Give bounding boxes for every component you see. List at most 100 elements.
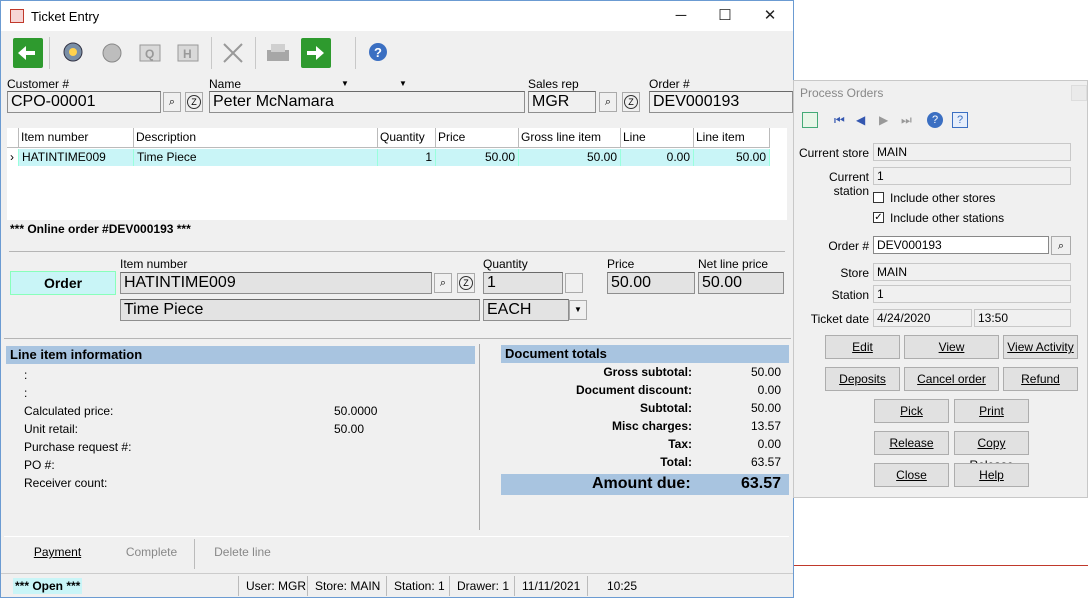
order-mode-button[interactable]: Order [10,271,116,295]
price-field[interactable]: 50.00 [607,272,695,294]
divider [9,251,785,252]
status-badge: *** Open *** [13,578,83,594]
salesrep-field[interactable]: MGR [528,91,596,113]
refresh-icon[interactable] [802,112,818,128]
print-button[interactable]: Print [954,399,1029,423]
totals-key: Tax: [668,437,692,451]
table-cell[interactable]: HATINTIME009 [19,149,134,166]
table-cell[interactable]: 50.00 [519,149,621,166]
minimize-button[interactable]: ─ [669,5,693,27]
search-icon[interactable]: ⌕ [599,92,617,112]
totals-value: 13.57 [750,419,781,433]
printer-icon[interactable] [263,38,293,68]
help-button[interactable]: Help [954,463,1029,487]
search-icon[interactable]: ⌕ [1051,236,1071,255]
process-orders-window: Process Orders ⏮ ◀ ▶ ⏭ ? ? Current store… [793,80,1088,498]
title-bar: Ticket Entry ─ ☐ ✕ [1,1,793,31]
table-cell[interactable]: 50.00 [436,149,519,166]
include-stations-checkbox[interactable]: ✓ [873,212,884,223]
totals-key: Misc charges: [611,419,692,433]
q-icon[interactable]: Q [135,38,165,68]
edit-button[interactable]: Edit [825,335,900,359]
item-field[interactable]: HATINTIME009 [120,272,432,294]
view-button[interactable]: View [904,335,999,359]
line-info-key: : [24,386,28,400]
totals-key: Subtotal: [640,401,692,415]
forward-icon[interactable] [301,38,331,68]
ticket-date-label: Ticket date [810,312,869,326]
search-icon[interactable]: ⌕ [163,92,181,112]
col-header[interactable]: Gross line item price [519,128,621,163]
release-button[interactable]: Release [874,431,949,455]
table-cell[interactable]: 50.00 [694,149,770,166]
totals-value: 50.00 [750,365,781,379]
zoom-button[interactable]: Z [622,92,640,112]
back-icon[interactable] [13,38,43,68]
pick-button[interactable]: Pick [874,399,949,423]
close-button[interactable]: Close [874,463,949,487]
zoom-button[interactable]: Z [457,273,475,293]
col-header[interactable]: Line discount [621,128,694,163]
status-station: Station: 1 [394,579,445,593]
chevron-down-icon[interactable]: ▼ [399,79,407,88]
description-field[interactable]: Time Piece [120,299,480,321]
help-icon[interactable]: ? [927,112,943,128]
customer-field[interactable]: CPO-00001 [7,91,161,113]
table-cell[interactable]: Time Piece [134,149,378,166]
complete-button[interactable]: Complete [115,545,188,559]
info-icon[interactable]: ? [952,112,968,128]
deposits-button[interactable]: Deposits [825,367,900,391]
hold-icon[interactable]: H [173,38,203,68]
include-stores-checkbox[interactable] [873,192,884,203]
col-header[interactable]: Description [134,128,378,148]
close-button[interactable]: ✕ [758,5,782,27]
col-header[interactable]: Line item price [694,128,770,163]
line-info-value: 50.0000 [334,404,378,418]
cancel-order-button[interactable]: Cancel order [904,367,999,391]
table-cell[interactable]: 1 [378,149,436,166]
unit-select[interactable]: EACH [483,299,569,321]
view-activity-button[interactable]: View Activity [1003,335,1078,359]
table-cell[interactable]: 0.00 [621,149,694,166]
line-info-key: Unit retail: [24,422,79,436]
col-header[interactable]: Quantity [378,128,436,148]
item-grid[interactable]: Item number Description Quantity Price G… [7,128,787,220]
totals-value: 50.00 [750,401,781,415]
previous-record-icon[interactable]: ◀ [856,113,865,127]
divider [794,565,1088,566]
col-header[interactable]: Price [436,128,519,148]
gear-search-icon[interactable] [59,38,89,68]
zoom-button[interactable]: Z [185,92,203,112]
store-field: MAIN [873,263,1071,281]
void-icon[interactable] [218,38,248,68]
first-record-icon[interactable]: ⏮ [834,113,845,128]
search-icon[interactable]: ⌕ [434,273,452,293]
chevron-down-icon[interactable]: ▼ [569,300,587,320]
chevron-down-icon[interactable]: ▼ [341,79,349,88]
amount-due-bar: Amount due: 63.57 [501,474,789,495]
net-label: Net line price [698,257,769,271]
delete-line-button[interactable]: Delete line [206,545,279,559]
refund-button[interactable]: Refund [1003,367,1078,391]
quantity-field[interactable]: 1 [483,272,563,294]
line-info-key: PO #: [24,458,55,472]
close-icon[interactable] [1071,85,1087,101]
maximize-button[interactable]: ☐ [713,5,737,27]
col-header[interactable]: Item number [19,128,134,148]
name-field[interactable]: Peter McNamara [209,91,525,113]
payment-button[interactable]: Payment [21,545,94,559]
quantity-stepper[interactable] [565,273,583,293]
svg-text:H: H [183,47,192,61]
copy-release-button[interactable]: Copy Release [954,431,1029,472]
order-field[interactable]: DEV000193 [873,236,1049,254]
order-field[interactable]: DEV000193 [649,91,793,113]
next-record-icon[interactable]: ▶ [879,113,888,127]
settings-icon[interactable] [97,38,127,68]
amount-due-label: Amount due: [592,475,691,492]
name-label: Name [209,77,242,91]
last-record-icon[interactable]: ⏭ [901,113,912,128]
totals-value: 0.00 [757,437,781,451]
help-icon[interactable]: ? [363,38,393,68]
online-order-note: *** Online order #DEV000193 *** [10,222,191,236]
divider [4,338,791,339]
